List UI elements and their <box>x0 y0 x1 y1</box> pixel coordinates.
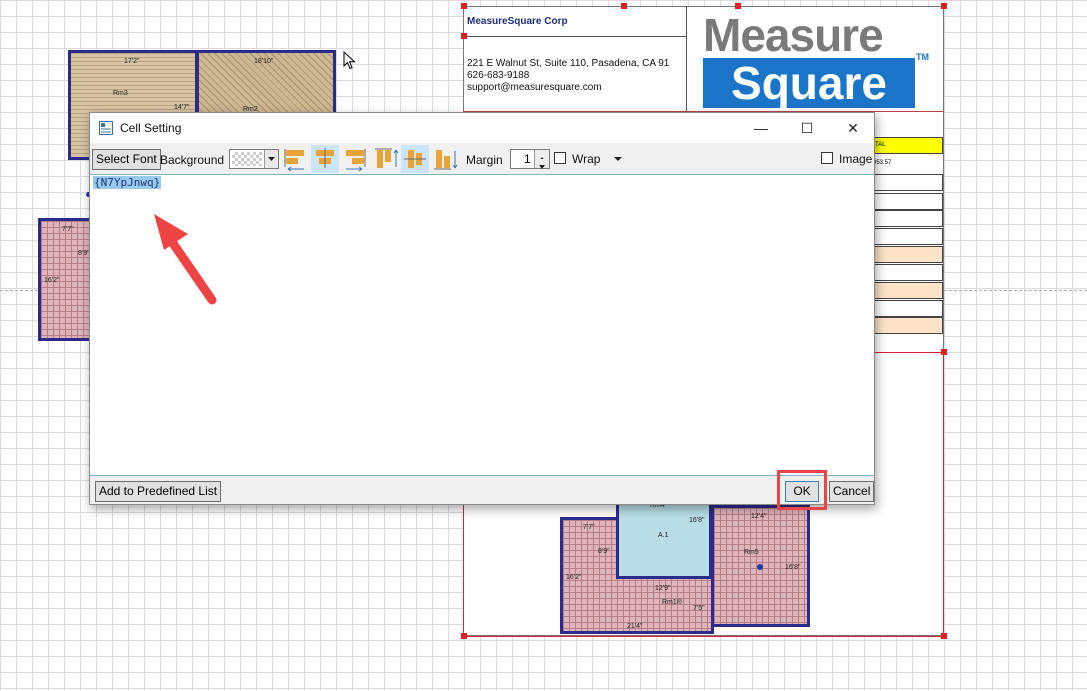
report-row[interactable] <box>870 193 943 210</box>
report-phone: 626-683-9188 <box>467 70 530 81</box>
report-total-header[interactable]: TAL <box>870 137 943 154</box>
resize-handle[interactable] <box>461 633 467 639</box>
report-total-label: TAL <box>875 142 886 148</box>
align-middle-button[interactable] <box>401 145 429 173</box>
selected-field-token[interactable]: {N7YpJnwq} <box>93 176 162 189</box>
report-email: support@measuresquare.com <box>467 82 602 93</box>
room-left-dim-a: 7'7" <box>62 226 74 233</box>
stepper-down-icon[interactable] <box>534 159 549 169</box>
minimize-button[interactable]: — <box>738 113 784 143</box>
room-rm1-dim-f: 21'4" <box>627 623 643 630</box>
add-to-predefined-list-button[interactable]: Add to Predefined List <box>95 481 222 502</box>
align-right-icon <box>346 149 366 172</box>
align-bottom-icon <box>434 150 458 170</box>
stepper-up-icon[interactable] <box>534 150 549 161</box>
margin-value[interactable]: 1 <box>524 152 531 166</box>
room-rm5-dim-a: 12'4" <box>751 513 767 520</box>
report-row[interactable] <box>870 300 943 317</box>
ok-highlight-box <box>777 470 827 510</box>
room-rm1-dim-b: 8'9" <box>598 548 610 555</box>
room-rm1-dim-d: 12'9" <box>655 585 671 592</box>
logo-trademark: TM <box>916 52 929 62</box>
close-button[interactable]: ✕ <box>830 113 876 143</box>
resize-handle[interactable] <box>461 3 467 9</box>
maximize-button[interactable]: ☐ <box>784 113 830 143</box>
cancel-button[interactable]: Cancel <box>829 481 875 502</box>
report-total-value-cell[interactable]: 953.57 <box>870 155 943 172</box>
report-row[interactable] <box>870 317 943 334</box>
report-row[interactable] <box>870 246 943 263</box>
red-arrow-icon <box>154 214 217 305</box>
more-options-chevron-icon[interactable] <box>612 154 624 164</box>
align-left-icon <box>284 149 304 172</box>
align-right-button[interactable] <box>340 145 368 173</box>
align-left-button[interactable] <box>282 145 310 173</box>
align-bottom-button[interactable] <box>431 145 459 173</box>
resize-handle[interactable] <box>941 349 947 355</box>
room-rm4-area-label: A.1 <box>658 532 669 539</box>
wrap-checkbox[interactable] <box>554 152 566 164</box>
chevron-down-icon <box>264 150 278 168</box>
resize-handle[interactable] <box>461 33 467 39</box>
background-color-dropdown[interactable] <box>229 149 279 169</box>
cell-setting-dialog[interactable]: Cell Setting — ☐ ✕ Select Font Backgroun… <box>89 112 875 505</box>
dialog-title: Cell Setting <box>120 121 182 135</box>
room-rm1-label: Rm1® <box>662 599 682 606</box>
room-rm1-dim-e: 7'5" <box>693 605 705 612</box>
room-left-dim-c: 16'2" <box>44 277 60 284</box>
report-company-row-line <box>463 36 686 37</box>
align-center-button[interactable] <box>311 145 339 173</box>
image-checkbox[interactable] <box>821 152 833 164</box>
room-rm1-dim-c: 16'2" <box>566 574 582 581</box>
report-row[interactable] <box>870 174 943 191</box>
align-middle-icon <box>404 150 426 168</box>
room-rm3-label: Rm3 <box>113 90 128 97</box>
room-rm5-dim-b: 16'8" <box>785 564 801 571</box>
background-label: Background <box>160 153 225 167</box>
report-row[interactable] <box>870 210 943 227</box>
align-center-icon <box>316 148 334 168</box>
report-address: 221 E Walnut St, Suite 110, Pasadena, CA… <box>467 58 670 69</box>
room-rm2-top-dim: 18'10" <box>254 58 274 65</box>
logo-measure-text: Measure <box>703 9 884 61</box>
resize-handle[interactable] <box>941 3 947 9</box>
dialog-app-icon <box>99 121 113 135</box>
report-row[interactable] <box>870 264 943 281</box>
report-row[interactable] <box>870 282 943 299</box>
room-rm5-label: Rm5 <box>744 549 759 556</box>
room-rm5-center-dot <box>757 564 763 570</box>
report-total-value: 953.57 <box>873 160 892 166</box>
margin-stepper[interactable]: 1 <box>510 149 550 169</box>
company-logo: Measure Square TM <box>703 6 929 108</box>
room-rm1-dim-a: 7'7" <box>583 524 595 531</box>
mouse-cursor-icon <box>343 51 356 70</box>
align-top-button[interactable] <box>372 145 400 173</box>
report-header-divider <box>686 6 687 112</box>
dialog-titlebar[interactable]: Cell Setting — ☐ ✕ <box>90 113 874 143</box>
report-row[interactable] <box>870 228 943 245</box>
background-swatch <box>232 152 262 166</box>
report-company-name: MeasureSquare Corp <box>467 16 568 27</box>
resize-handle[interactable] <box>735 3 741 9</box>
resize-handle[interactable] <box>621 3 627 9</box>
align-top-icon <box>375 148 399 168</box>
room-rm3-side-dim: 14'7" <box>174 104 190 111</box>
wrap-label: Wrap <box>572 152 601 166</box>
logo-square-text: Square <box>703 58 915 108</box>
room-rm4-dim: 16'8" <box>689 517 705 524</box>
room-rm3-top-dim: 17'2" <box>124 58 140 65</box>
margin-label: Margin <box>466 153 503 167</box>
select-font-button[interactable]: Select Font <box>92 149 161 170</box>
resize-handle[interactable] <box>941 633 947 639</box>
room-left-dim-b: 8'9" <box>78 250 90 257</box>
image-label: Image <box>839 152 873 166</box>
